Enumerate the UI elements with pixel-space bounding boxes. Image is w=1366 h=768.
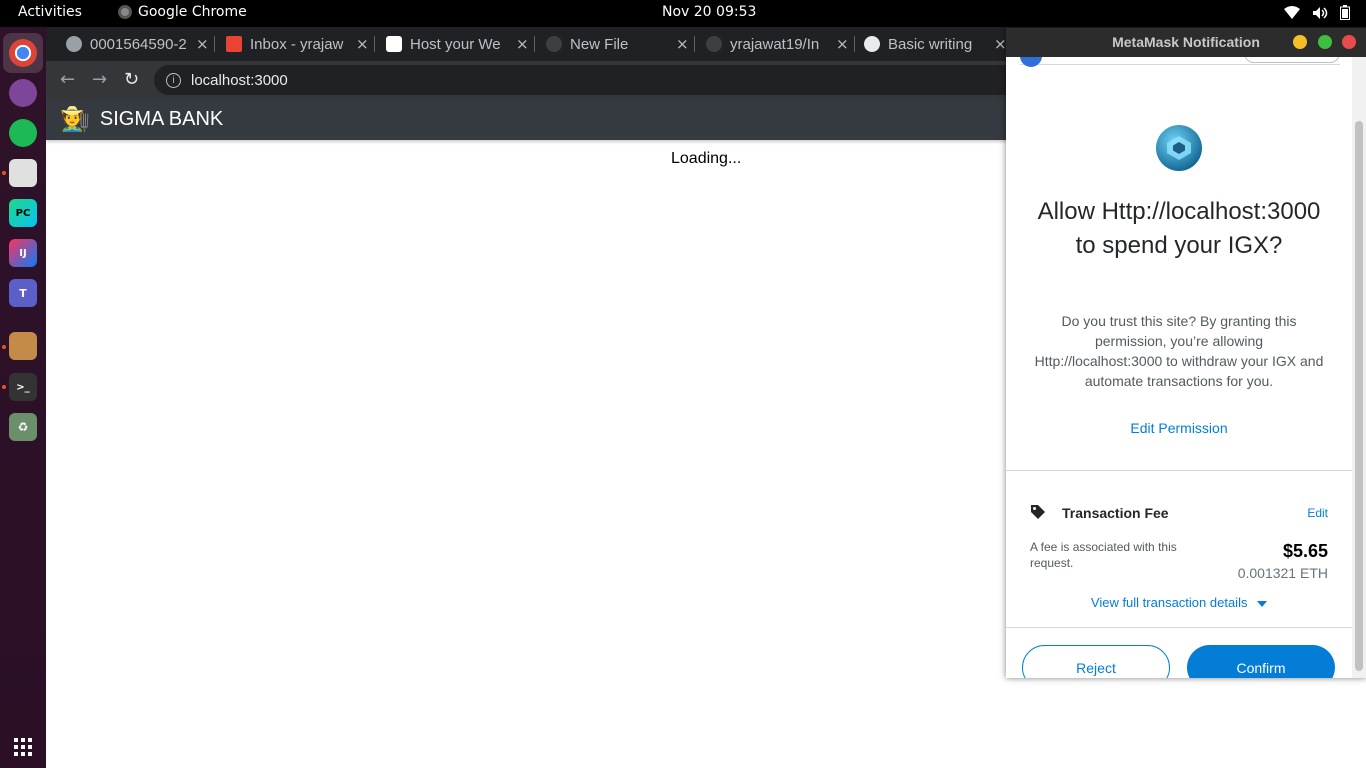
github-icon <box>864 36 880 52</box>
tab-3[interactable]: Host your We × <box>376 27 529 61</box>
tor-browser-icon[interactable] <box>9 79 37 107</box>
metamask-titlebar[interactable]: MetaMask Notification <box>1006 28 1366 57</box>
tab-separator <box>214 36 215 52</box>
reject-button[interactable]: Reject <box>1022 645 1170 678</box>
spotify-icon[interactable] <box>9 119 37 147</box>
tab-separator <box>374 36 375 52</box>
caret-down-icon <box>1257 600 1268 607</box>
tab-separator <box>534 36 535 52</box>
close-icon[interactable]: × <box>356 35 369 53</box>
tab-title: Basic writing <box>888 35 973 53</box>
forward-icon[interactable]: → <box>92 69 107 90</box>
system-top-bar: Activities Google Chrome Nov 20 09:53 <box>0 0 1366 27</box>
gmail-icon <box>226 36 242 52</box>
token-icon <box>1156 125 1202 171</box>
tab-6[interactable]: Basic writing × <box>854 27 1007 61</box>
close-icon[interactable]: × <box>676 35 689 53</box>
confirm-button[interactable]: Confirm <box>1187 645 1335 678</box>
system-tray[interactable] <box>1284 5 1350 20</box>
reload-icon[interactable]: ↻ <box>124 69 139 90</box>
divider <box>1006 470 1352 471</box>
running-indicator <box>2 171 6 175</box>
scrollbar[interactable] <box>1352 57 1366 678</box>
metamask-window: MetaMask Notification Allow Http://local… <box>1006 28 1366 678</box>
tag-icon <box>1031 505 1045 519</box>
fee-usd: $5.65 <box>1282 541 1328 561</box>
network-header-partial <box>1020 57 1340 67</box>
edit-permission-link[interactable]: Edit Permission <box>1006 420 1352 436</box>
back-icon[interactable]: ← <box>60 69 75 90</box>
tab-title: 0001564590-2 <box>90 35 187 53</box>
permission-heading: Allow Http://localhost:3000 to spend you… <box>1037 198 1321 259</box>
close-icon[interactable]: × <box>994 35 1007 53</box>
tab-title: Host your We <box>410 35 501 53</box>
teams-icon[interactable]: T <box>9 279 37 307</box>
close-button[interactable] <box>1342 35 1356 49</box>
address-bar[interactable]: i localhost:3000 <box>154 65 1034 95</box>
view-details-link[interactable]: View full transaction details <box>1006 595 1352 610</box>
clock[interactable]: Nov 20 09:53 <box>662 4 756 20</box>
running-indicator <box>2 345 6 349</box>
github-icon <box>546 36 562 52</box>
scrollbar-thumb[interactable] <box>1355 121 1363 671</box>
app-name-label: Google Chrome <box>138 4 247 20</box>
minimize-button[interactable] <box>1293 35 1307 49</box>
close-icon[interactable]: × <box>196 35 209 53</box>
pycharm-icon[interactable]: PC <box>9 199 37 227</box>
divider <box>1006 627 1352 628</box>
activities-button[interactable]: Activities <box>18 4 82 20</box>
tab-5[interactable]: yrajawat19/In × <box>696 27 849 61</box>
token-logo-icon <box>1167 136 1191 160</box>
github-icon <box>706 36 722 52</box>
files-icon[interactable] <box>9 159 37 187</box>
transaction-fee-row: Transaction Fee Edit <box>1030 503 1328 523</box>
close-icon[interactable]: × <box>516 35 529 53</box>
window-title: MetaMask Notification <box>1112 34 1260 50</box>
fee-eth: 0.001321 ETH <box>1237 565 1328 581</box>
chrome-icon[interactable] <box>9 39 37 67</box>
brand-name[interactable]: SIGMA BANK <box>100 108 223 131</box>
trash-icon[interactable]: ♻ <box>9 413 37 441</box>
maximize-button[interactable] <box>1318 35 1332 49</box>
tab-title: New File <box>570 35 629 53</box>
permission-description: Do you trust this site? By granting this… <box>1034 313 1324 389</box>
wifi-icon <box>1284 5 1300 19</box>
loading-text: Loading... <box>671 150 742 167</box>
tab-2[interactable]: Inbox - yrajaw × <box>216 27 369 61</box>
package-icon[interactable] <box>9 332 37 360</box>
terminal-icon[interactable]: >_ <box>9 373 37 401</box>
tab-1[interactable]: 0001564590-2 × <box>56 27 209 61</box>
fee-label: Transaction Fee <box>1062 505 1169 521</box>
intellij-icon[interactable]: IJ <box>9 239 37 267</box>
metamask-content: Allow Http://localhost:3000 to spend you… <box>1006 57 1352 678</box>
host-site-icon <box>386 36 402 52</box>
tab-separator <box>694 36 695 52</box>
volume-icon <box>1313 6 1328 19</box>
view-details-label: View full transaction details <box>1090 595 1248 610</box>
site-info-icon[interactable]: i <box>166 72 181 88</box>
show-applications-icon[interactable] <box>14 738 32 756</box>
running-indicator <box>2 385 6 389</box>
url-text: localhost:3000 <box>191 71 288 89</box>
brand-logo: 🧑‍🌾 <box>60 106 90 133</box>
tab-title: yrajawat19/In <box>730 35 820 53</box>
battery-icon <box>1340 5 1350 20</box>
tab-4[interactable]: New File × <box>536 27 689 61</box>
network-pill[interactable] <box>1244 57 1340 63</box>
fee-note: A fee is associated with this request. <box>1030 540 1177 570</box>
dock: PC IJ T >_ ♻ <box>0 27 46 768</box>
app-menu[interactable]: Google Chrome <box>118 4 247 20</box>
fee-edit-link[interactable]: Edit <box>1307 506 1328 520</box>
close-icon[interactable]: × <box>836 35 849 53</box>
tab-title: Inbox - yrajaw <box>250 35 344 53</box>
globe-icon <box>66 36 82 52</box>
account-avatar <box>1020 57 1042 67</box>
chrome-small-icon <box>118 5 132 19</box>
